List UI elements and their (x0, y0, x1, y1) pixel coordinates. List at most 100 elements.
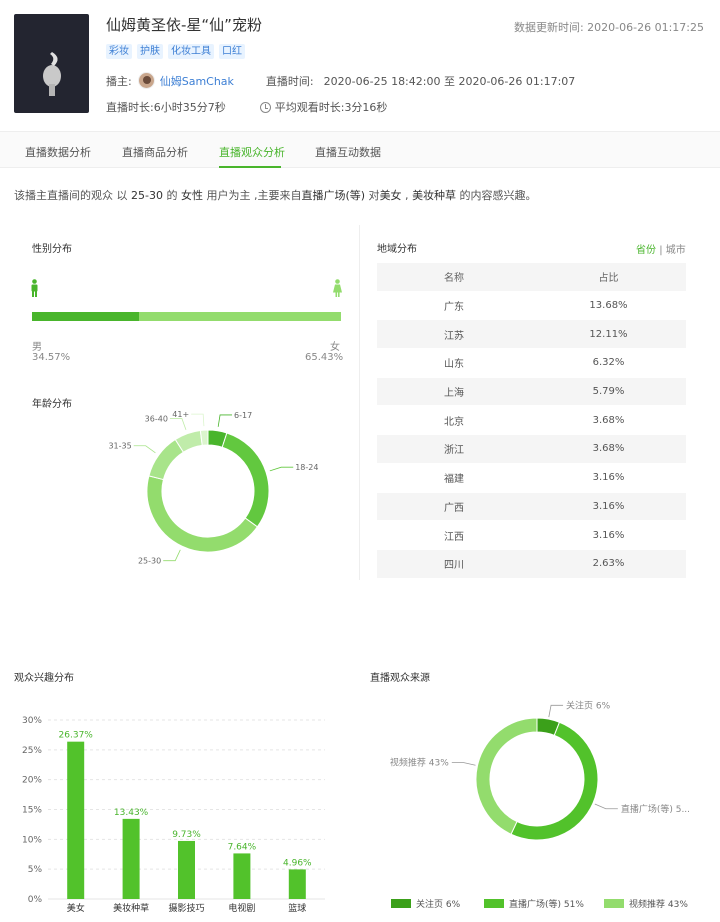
legend-swatch (604, 899, 624, 908)
interest-bar[interactable] (233, 853, 251, 899)
female-icon (333, 279, 342, 297)
region-percent: 3.16% (592, 529, 625, 541)
y-tick-label: 20% (22, 776, 42, 786)
legend-item[interactable]: 视频推荐 43% (604, 897, 688, 910)
region-name: 浙江 (444, 445, 464, 457)
source-label-line (548, 704, 564, 718)
age-slice[interactable] (148, 438, 185, 481)
table-row: 江西 3.16% (377, 521, 686, 550)
duration-row: 直播时长: 6小时35分7秒 平均观看时长: 3分16秒 (106, 99, 387, 115)
tag-list: 彩妆 护肤 化妆工具 口红 (106, 44, 245, 59)
avatar[interactable] (137, 72, 155, 89)
cover-image-icon (43, 52, 61, 96)
region-percent: 13.68% (589, 300, 628, 312)
age-label-line (169, 418, 187, 430)
region-percent: 3.68% (592, 414, 625, 426)
region-name: 北京 (444, 416, 464, 428)
table-row: 山东 6.32% (377, 349, 686, 378)
tab-live-audience[interactable]: 直播观众分析 (219, 144, 285, 160)
tag[interactable]: 彩妆 (106, 44, 132, 59)
anchor-row: 播主: 仙姆SamChak 直播时间: 2020-06-25 18:42:00 … (106, 72, 575, 89)
table-row: 四川 2.63% (377, 549, 686, 579)
summary-text: 该播主直播间的观众 以 (14, 189, 131, 202)
region-percent: 2.63% (592, 558, 625, 570)
source-title: 直播观众来源 (370, 673, 430, 684)
region-percent: 3.68% (592, 443, 625, 455)
avg-watch-label: 平均观看时长: (274, 101, 345, 114)
bar-value-label: 4.96% (283, 858, 312, 868)
table-row: 广西 3.16% (377, 492, 686, 522)
x-tick-label: 美妆种草 (113, 902, 149, 914)
age-donut-chart: 6-17 18-24 25-30 31-35 36-40 41+ (108, 410, 318, 566)
tag[interactable]: 护肤 (137, 44, 163, 59)
legend-item[interactable]: 直播广场(等) 51% (484, 897, 584, 910)
anchor-name-link[interactable]: 仙姆SamChak (160, 73, 234, 89)
y-tick-label: 5% (28, 865, 43, 875)
region-percent: 5.79% (592, 386, 625, 398)
table-row: 福建 3.16% (377, 464, 686, 493)
legend-item[interactable]: 关注页 6% (391, 897, 460, 910)
source-label: 关注页 6% (566, 699, 611, 711)
update-label: 数据更新时间: (513, 21, 584, 34)
legend-swatch (391, 899, 411, 908)
toggle-separator: | (659, 245, 663, 256)
table-row: 江苏 12.11% (377, 320, 686, 350)
table-header: 名称 占比 (377, 263, 686, 292)
source-slice[interactable] (475, 717, 538, 835)
region-percent: 12.11% (589, 328, 628, 340)
age-label-line (217, 414, 233, 427)
tab-bar: 直播数据分析 直播商品分析 直播观众分析 直播互动数据 (0, 131, 720, 168)
age-slice[interactable] (199, 429, 209, 446)
summary-text: 的内容感兴趣。 (456, 189, 537, 202)
tab-live-data[interactable]: 直播数据分析 (25, 144, 91, 160)
region-name: 山东 (444, 359, 464, 371)
female-percent: 65.43% (305, 352, 344, 363)
age-slice[interactable] (146, 475, 259, 553)
summary-text: 的 (162, 189, 181, 202)
table-row: 上海 5.79% (377, 377, 686, 407)
source-slice[interactable] (510, 721, 599, 841)
interest-title: 观众兴趣分布 (14, 673, 74, 684)
tab-live-goods[interactable]: 直播商品分析 (122, 144, 188, 160)
live-title: 仙姆黄圣依-星“仙”宠粉 (106, 16, 262, 34)
table-row: 浙江 3.68% (377, 435, 686, 464)
region-table: 名称 占比 广东 13.68% 江苏 12.11% 山东 6.32% 上海 5.79% … (377, 263, 686, 579)
live-time-label: 直播时间: (265, 74, 314, 88)
avg-watch-value: 3分16秒 (344, 101, 388, 114)
tag[interactable]: 口红 (219, 44, 245, 59)
male-label: 男 (32, 342, 42, 353)
age-label: 6-17 (234, 411, 252, 420)
region-name: 四川 (444, 560, 464, 572)
anchor-label: 播主: (106, 74, 132, 88)
city-toggle[interactable]: 城市 (666, 245, 686, 256)
bar-value-label: 26.37% (59, 731, 94, 741)
tab-live-interaction[interactable]: 直播互动数据 (315, 144, 381, 160)
province-toggle[interactable]: 省份 (636, 245, 656, 256)
source-label-line (594, 803, 618, 810)
region-percent: 3.16% (592, 500, 625, 512)
region-name: 江苏 (444, 330, 464, 342)
legend-label: 关注页 6% (416, 900, 461, 910)
y-tick-label: 10% (22, 835, 42, 845)
region-title: 地域分布 (377, 244, 417, 255)
x-tick-label: 电视剧 (228, 902, 255, 914)
male-segment (32, 312, 139, 321)
interest-bar[interactable] (178, 840, 195, 899)
y-tick-label: 25% (22, 746, 42, 756)
x-tick-label: 篮球 (288, 902, 306, 914)
age-label: 18-24 (295, 463, 318, 472)
age-slice[interactable] (221, 432, 270, 528)
tag[interactable]: 化妆工具 (168, 44, 214, 59)
source-donut-chart: 关注页 6% 直播广场(等) 5... 视频推荐 43% (390, 699, 690, 841)
table-row: 广东 13.68% (377, 292, 686, 321)
summary-source: 直播广场(等) (301, 189, 366, 202)
interest-bar[interactable] (67, 741, 85, 899)
live-cover-thumbnail[interactable] (14, 14, 89, 113)
legend-swatch (484, 899, 504, 908)
interest-bar[interactable] (288, 869, 306, 899)
duration-label: 直播时长: (106, 101, 154, 114)
region-name: 广西 (444, 502, 464, 514)
active-tab-indicator (219, 166, 281, 168)
interest-bar[interactable] (122, 818, 140, 899)
age-label-line (133, 445, 156, 454)
